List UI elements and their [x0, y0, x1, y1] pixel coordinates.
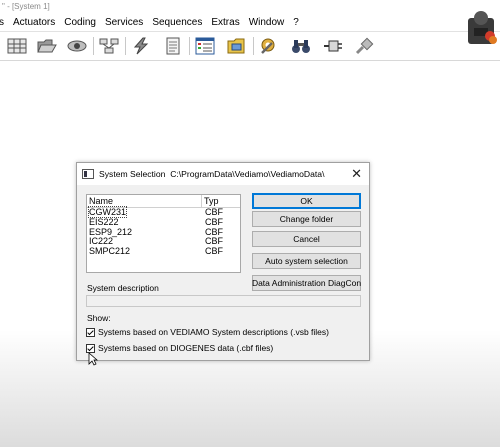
network-icon[interactable] — [98, 36, 120, 56]
system-selection-dialog: System Selection C:\ProgramData\Vediamo\… — [76, 162, 370, 361]
toolbar-separator — [125, 37, 126, 55]
menu-window[interactable]: Window — [249, 17, 285, 28]
menu-sequences[interactable]: Sequences — [152, 17, 202, 28]
close-icon[interactable]: ✕ — [351, 166, 362, 182]
system-description-field — [86, 295, 361, 307]
diogenes-checkbox-label: Systems based on DIOGENES data (.cbf fil… — [98, 343, 274, 353]
dialog-window-icon — [82, 169, 94, 179]
toolbar — [0, 31, 500, 61]
menu-services[interactable]: Services — [105, 17, 143, 28]
folder-open-icon[interactable] — [36, 36, 58, 56]
toolbar-separator — [189, 37, 190, 55]
table-icon[interactable] — [6, 36, 28, 56]
binoculars-icon[interactable] — [290, 36, 312, 56]
menu-item-0[interactable]: s — [0, 17, 4, 28]
dialog-title: System Selection C:\ProgramData\Vediamo\… — [99, 169, 325, 179]
dialog-title-bar[interactable]: System Selection C:\ProgramData\Vediamo\… — [77, 163, 369, 185]
list-item-typ: CBF — [205, 246, 223, 257]
disconnect-icon[interactable] — [354, 36, 376, 56]
list-window-icon[interactable] — [194, 36, 216, 56]
list-item-name: CGW231 — [87, 206, 128, 218]
diogenes-checkbox-row[interactable]: Systems based on DIOGENES data (.cbf fil… — [86, 343, 273, 353]
vediamo-checkbox-label: Systems based on VEDIAMO System descript… — [98, 327, 329, 337]
flash-icon[interactable] — [130, 36, 152, 56]
cancel-button[interactable]: Cancel — [252, 231, 361, 247]
show-label: Show: — [87, 313, 111, 323]
systems-list[interactable]: Name Typ CGW231 CBF EIS222 CBF ESP9_212 … — [86, 194, 241, 273]
ok-button[interactable]: OK — [252, 193, 361, 209]
data-administration-button[interactable]: Data Administration DiagCon — [252, 275, 361, 291]
system-description-label: System description — [87, 283, 159, 293]
menu-actuators[interactable]: Actuators — [13, 17, 55, 28]
mouse-cursor-icon — [88, 352, 99, 366]
toolbar-separator — [93, 37, 94, 55]
list-item-name: SMPC212 — [89, 246, 131, 257]
document-icon[interactable] — [162, 36, 184, 56]
list-item[interactable]: SMPC212 CBF — [87, 246, 240, 257]
menu-extras[interactable]: Extras — [211, 17, 239, 28]
column-header-name[interactable]: Name — [87, 195, 202, 207]
vediamo-checkbox-row[interactable]: Systems based on VEDIAMO System descript… — [86, 327, 329, 337]
menu-bar: s Actuators Coding Services Sequences Ex… — [0, 14, 500, 31]
dialog-path: C:\ProgramData\Vediamo\VediamoData\ — [170, 169, 325, 179]
toolbar-separator — [253, 37, 254, 55]
tools-icon[interactable] — [258, 36, 280, 56]
plug-icon[interactable] — [322, 36, 344, 56]
eye-icon[interactable] — [66, 36, 88, 56]
menu-coding[interactable]: Coding — [64, 17, 96, 28]
auto-system-selection-button[interactable]: Auto system selection — [252, 253, 361, 269]
folder-tree-icon[interactable] — [226, 36, 248, 56]
window-title: " - [System 1] — [2, 2, 50, 11]
change-folder-button[interactable]: Change folder — [252, 211, 361, 227]
menu-help[interactable]: ? — [293, 17, 299, 28]
vediamo-checkbox[interactable] — [86, 327, 95, 337]
app-logo-icon — [462, 8, 498, 48]
column-header-typ[interactable]: Typ — [202, 195, 219, 207]
